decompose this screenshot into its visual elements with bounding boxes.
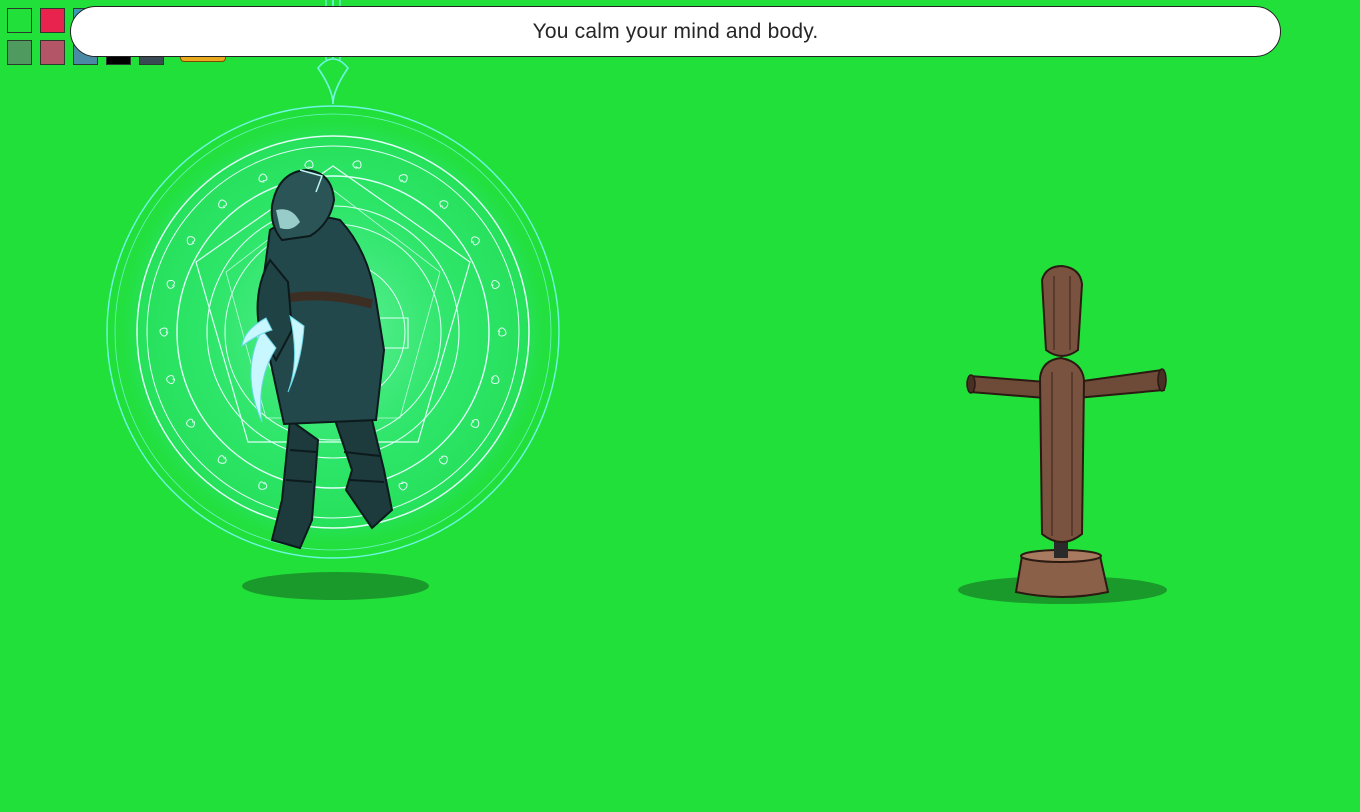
message-text: You calm your mind and body. bbox=[532, 19, 819, 43]
message-bar: You calm your mind and body. bbox=[70, 6, 1281, 57]
game-stage[interactable]: You calm your mind and body. bbox=[0, 0, 1360, 812]
training-dummy[interactable] bbox=[0, 0, 1360, 812]
